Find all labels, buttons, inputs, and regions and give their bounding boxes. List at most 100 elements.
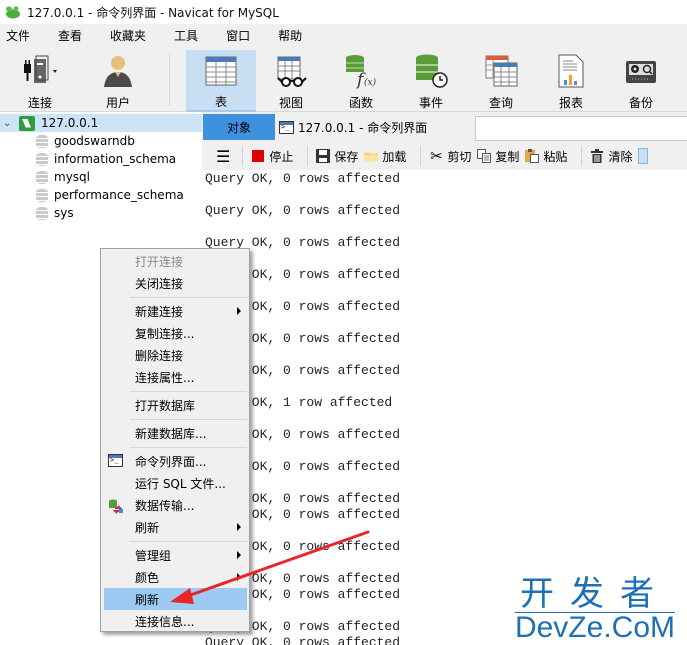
database-name: performance_schema xyxy=(54,188,184,202)
table-icon xyxy=(205,56,237,85)
menu-item-label: 连接属性... xyxy=(135,370,195,385)
stop-button[interactable]: 停止 xyxy=(251,148,293,165)
toolbar-connect-button[interactable]: 连接 xyxy=(10,50,70,112)
menu-item-refresh[interactable]: 刷新 xyxy=(104,588,247,610)
menu-item-color[interactable]: 颜色 xyxy=(104,566,247,588)
toolbar-separator xyxy=(169,54,170,106)
menu-separator xyxy=(130,541,247,542)
tab-objects[interactable]: 对象 xyxy=(203,114,275,140)
watermark-cn: 开发者 xyxy=(519,574,670,614)
menu-item-connection-info[interactable]: 连接信息... xyxy=(104,610,247,632)
tree-database-item[interactable]: mysql xyxy=(0,168,202,186)
hamburger-menu-icon[interactable]: ☰ xyxy=(216,147,230,166)
menu-item-label: 打开连接 xyxy=(135,254,184,269)
submenu-arrow-icon xyxy=(237,573,241,581)
tree-database-item[interactable]: performance_schema xyxy=(0,186,202,204)
menu-item-label: 新建数据库... xyxy=(135,426,207,441)
toolbar-view-button[interactable]: 视图 xyxy=(261,50,321,112)
overflow-button[interactable] xyxy=(638,148,649,164)
toolbar-connect-label: 连接 xyxy=(27,96,52,110)
menu-separator xyxy=(130,447,247,448)
menu-item-refresh-submenu[interactable]: 刷新 xyxy=(104,516,247,538)
cut-label: 剪切 xyxy=(447,149,472,164)
toolbar-query-label: 查询 xyxy=(488,96,513,110)
user-icon xyxy=(104,56,132,87)
output-line: Query OK, 0 rows affected xyxy=(205,635,401,645)
menu-item-delete-connection[interactable]: 删除连接 xyxy=(104,344,247,366)
menu-item-connection-properties[interactable]: 连接属性... xyxy=(104,366,247,388)
menu-item-label: 删除连接 xyxy=(135,348,184,363)
paste-icon xyxy=(525,149,540,163)
menu-tools[interactable]: 工具 xyxy=(168,27,209,44)
menu-item-open-database[interactable]: 打开数据库 xyxy=(104,394,247,416)
folder-icon xyxy=(364,149,379,163)
trash-icon xyxy=(590,149,604,163)
toolbar-report-button[interactable]: 报表 xyxy=(541,50,601,112)
plug-server-icon xyxy=(24,55,57,83)
menu-separator xyxy=(130,419,247,420)
database-name: mysql xyxy=(54,170,90,184)
menu-item-data-transfer[interactable]: 数据传输... xyxy=(104,494,247,516)
menu-item-label: 数据传输... xyxy=(135,498,195,513)
clear-button[interactable]: 清除 xyxy=(590,148,632,165)
menu-favorites[interactable]: 收藏夹 xyxy=(104,27,157,44)
menu-separator xyxy=(130,391,247,392)
mysql-connection-icon xyxy=(19,115,35,131)
load-label: 加载 xyxy=(382,149,407,164)
menu-item-label: 连接信息... xyxy=(135,614,195,629)
tab-bar: 对象 127.0.0.1 - 命令列界面 xyxy=(202,114,687,141)
menu-item-label: 命令列界面... xyxy=(135,454,207,469)
menu-file[interactable]: 文件 xyxy=(0,27,41,44)
menu-item-manage-group[interactable]: 管理组 xyxy=(104,544,247,566)
navicat-logo-icon xyxy=(6,6,20,19)
toolbar-backup-button[interactable]: 备份 xyxy=(611,50,671,112)
copy-button[interactable]: 复制 xyxy=(477,148,519,165)
paste-button[interactable]: 粘贴 xyxy=(525,148,567,165)
menu-item-new-database[interactable]: 新建数据库... xyxy=(104,422,247,444)
menu-bar: 文件 查看 收藏夹 工具 窗口 帮助 xyxy=(0,24,687,46)
toolbar-function-button[interactable]: f (x) 函数 xyxy=(331,50,391,112)
window-title: 127.0.0.1 - 命令列界面 - Navicat for MySQL xyxy=(27,5,279,20)
tree-database-item[interactable]: sys xyxy=(0,204,202,222)
connection-name: 127.0.0.1 xyxy=(41,116,99,130)
tree-database-item[interactable]: goodswarndb xyxy=(0,132,202,150)
menu-item-command-line[interactable]: 命令列界面... xyxy=(104,450,247,472)
menu-item-close-connection[interactable]: 关闭连接 xyxy=(104,272,247,294)
database-icon xyxy=(36,188,48,202)
svg-text:(x): (x) xyxy=(364,77,377,88)
toolbar-user-button[interactable]: 用户 xyxy=(88,50,148,112)
stop-label: 停止 xyxy=(269,149,294,164)
query-icon xyxy=(485,55,518,87)
menu-item-label: 复制连接... xyxy=(135,326,195,341)
menu-view[interactable]: 查看 xyxy=(52,27,93,44)
chevron-down-icon[interactable]: ⌄ xyxy=(3,118,17,129)
toolbar-table-label: 表 xyxy=(214,95,227,109)
menu-item-run-sql-file[interactable]: 运行 SQL 文件... xyxy=(104,472,247,494)
toolbar-user-label: 用户 xyxy=(105,96,130,110)
toolbar-function-label: 函数 xyxy=(348,96,373,110)
copy-label: 复制 xyxy=(495,149,520,164)
toolbar-separator xyxy=(420,146,422,166)
menu-window[interactable]: 窗口 xyxy=(220,27,261,44)
menu-help[interactable]: 帮助 xyxy=(272,27,313,44)
toolbar-separator xyxy=(307,146,309,166)
menu-item-label: 颜色 xyxy=(135,570,160,585)
watermark: 开发者 DevZe.CoM xyxy=(514,574,675,643)
tree-connection-node[interactable]: ⌄ 127.0.0.1 xyxy=(0,114,202,132)
backup-cassette-icon xyxy=(626,61,656,83)
database-icon xyxy=(36,134,48,148)
toolbar-backup-label: 备份 xyxy=(628,96,653,110)
menu-item-new-connection[interactable]: 新建连接 xyxy=(104,300,247,322)
toolbar-query-button[interactable]: 查询 xyxy=(471,50,531,112)
tree-database-item[interactable]: information_schema xyxy=(0,150,202,168)
toolbar-table-button[interactable]: 表 xyxy=(186,50,256,112)
load-button[interactable]: 加载 xyxy=(364,148,406,165)
tab-console[interactable]: 127.0.0.1 - 命令列界面 xyxy=(275,114,475,140)
toolbar-event-button[interactable]: 事件 xyxy=(401,50,461,112)
menu-item-label: 打开数据库 xyxy=(135,398,196,413)
stop-icon xyxy=(251,149,265,163)
save-button[interactable]: 保存 xyxy=(316,148,358,165)
menu-item-open-connection[interactable]: 打开连接 xyxy=(104,250,247,272)
cut-button[interactable]: ✂ 剪切 xyxy=(429,147,472,165)
menu-item-duplicate-connection[interactable]: 复制连接... xyxy=(104,322,247,344)
